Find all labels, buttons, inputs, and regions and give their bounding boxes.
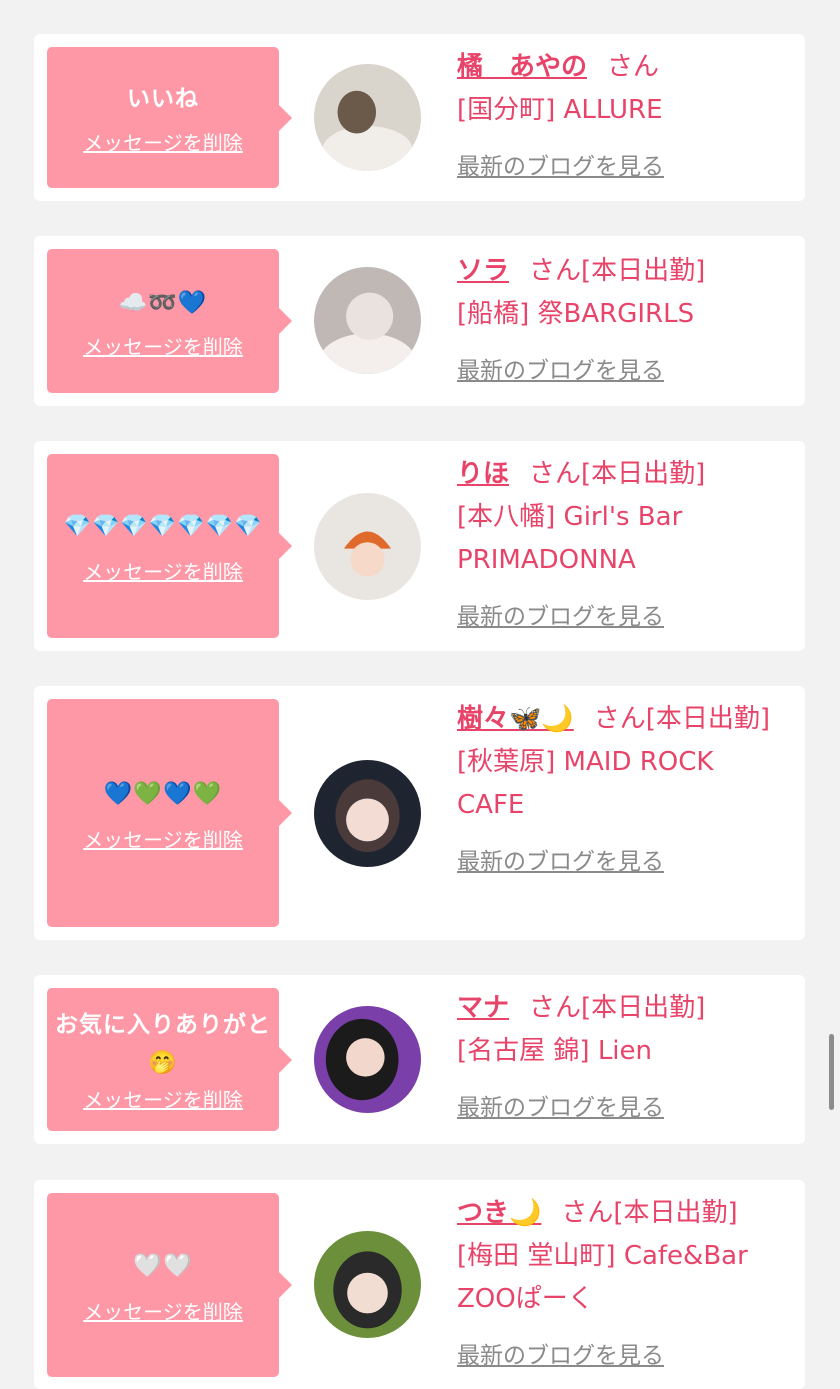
name-line: 樹々🦋🌙 さん[本日出勤] bbox=[457, 698, 777, 741]
message-card: 🤍🤍 メッセージを削除 つき🌙 さん[本日出勤] [梅田 堂山町] Cafe&Ba… bbox=[34, 1180, 805, 1389]
avatar-image bbox=[314, 1006, 421, 1113]
delete-message-link[interactable]: メッセージを削除 bbox=[83, 127, 243, 156]
scrollbar[interactable] bbox=[829, 1034, 834, 1110]
card-info: りほ さん[本日出勤] [本八幡] Girl's Bar PRIMADONNA 最… bbox=[457, 453, 777, 639]
shop-name: [本八幡] Girl's Bar PRIMADONNA bbox=[457, 502, 683, 575]
name-suffix: さん[本日出勤] bbox=[529, 459, 706, 489]
avatar-image bbox=[314, 493, 421, 600]
shop-name: [梅田 堂山町] Cafe&Bar ZOOぱーく bbox=[457, 1241, 748, 1314]
name-suffix: さん[本日出勤] bbox=[593, 704, 771, 734]
card-info: 樹々🦋🌙 さん[本日出勤] [秋葉原] MAID ROCK CAFE 最新のブログ… bbox=[457, 698, 777, 884]
message-text: お気に入りありがと🤭 bbox=[55, 1012, 271, 1076]
delete-message-link[interactable]: メッセージを削除 bbox=[83, 1084, 243, 1113]
message-text: 🤍🤍 bbox=[133, 1252, 193, 1279]
message-card: お気に入りありがと🤭 メッセージを削除 マナ さん[本日出勤] [名古屋 錦] L… bbox=[34, 975, 805, 1144]
message-card: ☁️➿💙 メッセージを削除 ソラ さん[本日出勤] [船橋] 祭BARGIRLS … bbox=[34, 236, 805, 406]
avatar-image bbox=[314, 267, 421, 374]
name-link[interactable]: ソラ bbox=[457, 256, 509, 286]
message-text: ☁️➿💙 bbox=[118, 289, 208, 316]
name-suffix: さん[本日出勤] bbox=[561, 1198, 738, 1228]
name-link[interactable]: マナ bbox=[457, 993, 509, 1023]
name-link[interactable]: 樹々🦋🌙 bbox=[457, 704, 574, 734]
message-card: 💎💎💎💎💎💎💎 メッセージを削除 りほ さん[本日出勤] [本八幡] Girl's… bbox=[34, 441, 805, 651]
shop-name: [名古屋 錦] Lien bbox=[457, 1036, 653, 1066]
avatar-subject bbox=[337, 90, 377, 134]
avatar-subject bbox=[346, 1038, 385, 1077]
blog-link[interactable]: 最新のブログを見る bbox=[457, 350, 664, 393]
avatar-subject bbox=[346, 798, 389, 842]
message-text: いいね bbox=[127, 86, 199, 112]
card-info: ソラ さん[本日出勤] [船橋] 祭BARGIRLS 最新のブログを見る bbox=[457, 250, 777, 393]
card-info: マナ さん[本日出勤] [名古屋 錦] Lien 最新のブログを見る bbox=[457, 987, 777, 1130]
avatar-subject bbox=[347, 1272, 388, 1314]
avatar[interactable] bbox=[314, 64, 421, 171]
message-text: 💎💎💎💎💎💎💎 bbox=[63, 513, 263, 539]
name-line: りほ さん[本日出勤] bbox=[457, 453, 777, 496]
name-suffix: さん[本日出勤] bbox=[529, 993, 706, 1023]
name-line: つき🌙 さん[本日出勤] bbox=[457, 1192, 777, 1235]
avatar-subject bbox=[346, 292, 394, 340]
name-line: ソラ さん[本日出勤] bbox=[457, 250, 777, 293]
message-text: 💙💚💙💚 bbox=[103, 780, 223, 807]
message-card: 💙💚💙💚 メッセージを削除 樹々🦋🌙 さん[本日出勤] [秋葉原] MAID RO… bbox=[34, 686, 805, 940]
delete-message-link[interactable]: メッセージを削除 bbox=[83, 1296, 243, 1325]
avatar[interactable] bbox=[314, 267, 421, 374]
message-bubble: 🤍🤍 メッセージを削除 bbox=[47, 1193, 292, 1377]
delete-message-link[interactable]: メッセージを削除 bbox=[83, 824, 243, 853]
delete-message-link[interactable]: メッセージを削除 bbox=[83, 331, 243, 360]
shop-name: [国分町] ALLURE bbox=[457, 95, 663, 125]
avatar-shape bbox=[322, 126, 413, 171]
message-bubble: お気に入りありがと🤭 メッセージを削除 bbox=[47, 988, 292, 1131]
avatar[interactable] bbox=[314, 1006, 421, 1113]
name-link[interactable]: 橘 あやの bbox=[457, 52, 587, 82]
name-line: 橘 あやの さん bbox=[457, 46, 777, 89]
blog-link[interactable]: 最新のブログを見る bbox=[457, 841, 664, 884]
card-info: つき🌙 さん[本日出勤] [梅田 堂山町] Cafe&Bar ZOOぱーく 最新の… bbox=[457, 1192, 777, 1378]
avatar[interactable] bbox=[314, 1231, 421, 1338]
shop-name: [船橋] 祭BARGIRLS bbox=[457, 299, 695, 329]
avatar-image bbox=[314, 760, 421, 867]
message-card: いいね メッセージを削除 橘 あやの さん [国分町] ALLURE 最新のブログ… bbox=[34, 34, 805, 201]
blog-link[interactable]: 最新のブログを見る bbox=[457, 1087, 664, 1130]
avatar-image bbox=[314, 64, 421, 171]
message-bubble: 💙💚💙💚 メッセージを削除 bbox=[47, 699, 292, 927]
message-bubble: いいね メッセージを削除 bbox=[47, 47, 292, 188]
blog-link[interactable]: 最新のブログを見る bbox=[457, 1335, 664, 1378]
blog-link[interactable]: 最新のブログを見る bbox=[457, 146, 664, 189]
delete-message-link[interactable]: メッセージを削除 bbox=[83, 556, 243, 585]
name-suffix: さん[本日出勤] bbox=[529, 256, 706, 286]
name-link[interactable]: つき🌙 bbox=[457, 1198, 541, 1228]
card-info: 橘 あやの さん [国分町] ALLURE 最新のブログを見る bbox=[457, 46, 777, 189]
message-bubble: 💎💎💎💎💎💎💎 メッセージを削除 bbox=[47, 454, 292, 638]
avatar[interactable] bbox=[314, 493, 421, 600]
name-suffix: さん bbox=[607, 52, 660, 82]
name-link[interactable]: りほ bbox=[457, 459, 509, 489]
blog-link[interactable]: 最新のブログを見る bbox=[457, 596, 664, 639]
message-bubble: ☁️➿💙 メッセージを削除 bbox=[47, 249, 292, 393]
avatar-subject bbox=[350, 542, 385, 577]
avatar-image bbox=[314, 1231, 421, 1338]
name-line: マナ さん[本日出勤] bbox=[457, 987, 777, 1030]
shop-name: [秋葉原] MAID ROCK CAFE bbox=[457, 747, 714, 820]
avatar[interactable] bbox=[314, 760, 421, 867]
